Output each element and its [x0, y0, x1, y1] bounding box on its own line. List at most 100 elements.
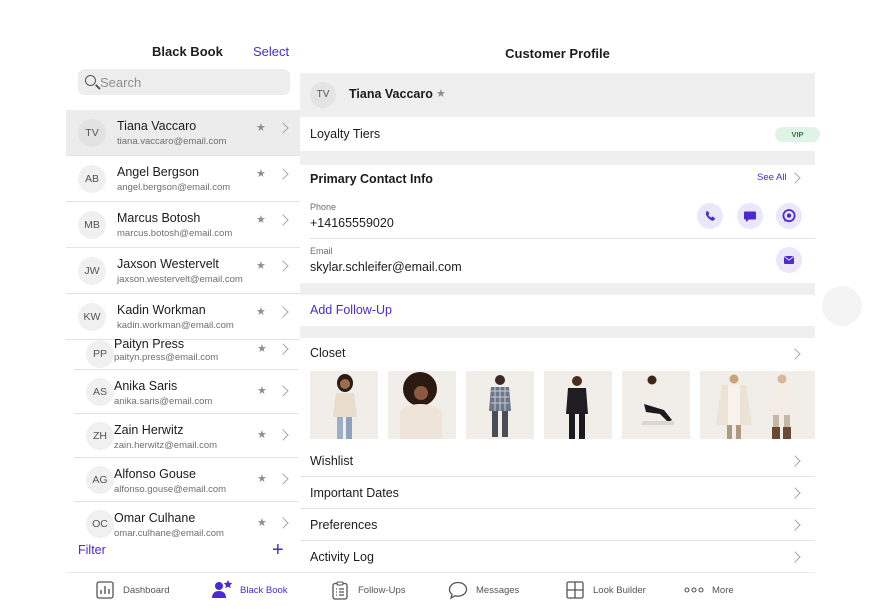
customer-profile-panel: Customer Profile TV Tiana Vaccaro ★ Loya…	[300, 24, 815, 572]
chat-bubble-icon	[744, 211, 756, 222]
preferences-label: Preferences	[310, 518, 378, 532]
star-icon[interactable]: ★	[256, 213, 266, 226]
contact-email: jaxson.westervelt@email.com	[117, 274, 243, 285]
contact-email: tiana.vaccaro@email.com	[117, 136, 227, 147]
call-button[interactable]	[697, 203, 723, 229]
contact-row[interactable]: ZH Zain Herwitz zain.herwitz@email.com ★	[74, 414, 298, 458]
tab-follow-ups[interactable]: Follow-Ups	[332, 573, 422, 610]
page-title: Customer Profile	[505, 46, 610, 61]
avatar: ZH	[86, 422, 114, 450]
email-value: skylar.schleifer@email.com	[310, 260, 462, 274]
contact-email: paityn.press@email.com	[114, 352, 219, 363]
add-contact-button[interactable]: +	[272, 540, 284, 560]
whatsapp-button[interactable]	[776, 203, 802, 229]
black-book-icon	[212, 580, 233, 598]
star-icon[interactable]: ★	[257, 516, 267, 529]
tab-label: Black Book	[240, 585, 288, 596]
contact-row[interactable]: JW Jaxson Westervelt jaxson.westervelt@e…	[66, 248, 300, 294]
section-divider	[300, 326, 815, 338]
tab-label: Dashboard	[123, 585, 170, 596]
star-icon[interactable]: ★	[257, 384, 267, 397]
contact-name: Angel Bergson	[117, 165, 200, 179]
contact-row[interactable]: MB Marcus Botosh marcus.botosh@email.com…	[66, 202, 300, 248]
contact-email: zain.herwitz@email.com	[114, 440, 218, 451]
avatar: PP	[86, 340, 114, 368]
star-icon[interactable]: ★	[256, 121, 266, 134]
star-icon[interactable]: ★	[256, 259, 266, 272]
star-icon[interactable]: ★	[256, 167, 266, 180]
star-icon[interactable]: ★	[257, 342, 267, 355]
tab-dashboard[interactable]: Dashboard	[96, 573, 186, 610]
tab-more[interactable]: More	[684, 573, 754, 610]
profile-name: Tiana Vaccaro	[349, 87, 433, 101]
closet-item-photo[interactable]	[544, 371, 612, 439]
tab-look-builder[interactable]: Look Builder	[566, 573, 666, 610]
select-button[interactable]: Select	[253, 44, 289, 59]
contact-row[interactable]: AB Angel Bergson angel.bergson@email.com…	[66, 156, 300, 202]
avatar: TV	[78, 119, 106, 147]
contact-name: Marcus Botosh	[117, 211, 201, 225]
chevron-right-icon	[277, 385, 289, 397]
filter-button[interactable]: Filter	[78, 543, 106, 557]
chevron-right-icon	[277, 122, 289, 134]
activity-log-row[interactable]: Activity Log	[300, 541, 815, 572]
star-icon[interactable]: ★	[257, 472, 267, 485]
contact-name: Zain Herwitz	[114, 423, 184, 437]
chevron-right-icon	[277, 473, 289, 485]
whatsapp-icon	[782, 209, 796, 223]
black-book-panel: Black Book Select Search TV Tiana Vaccar…	[66, 24, 300, 572]
loyalty-tiers-row[interactable]: Loyalty Tiers	[300, 117, 815, 151]
email-button[interactable]	[776, 247, 802, 273]
contact-email: anika.saris@email.com	[114, 396, 213, 407]
chevron-right-icon	[789, 348, 801, 360]
contact-email: angel.bergson@email.com	[117, 182, 231, 193]
contact-name: Kadin Workman	[117, 303, 206, 317]
wishlist-label: Wishlist	[310, 454, 354, 468]
tab-messages[interactable]: Messages	[448, 573, 538, 610]
activity-log-label: Activity Log	[310, 550, 374, 564]
floating-action-button[interactable]	[822, 286, 862, 326]
see-all-link[interactable]: See All	[757, 172, 787, 183]
preferences-row[interactable]: Preferences	[300, 509, 815, 541]
contact-name: Omar Culhane	[114, 511, 196, 525]
closet-item-photo[interactable]	[310, 371, 378, 439]
closet-item-photo[interactable]	[388, 371, 456, 439]
contact-row[interactable]: TV Tiana Vaccaro tiana.vaccaro@email.com…	[66, 110, 300, 156]
add-follow-up-link[interactable]: Add Follow-Up	[310, 303, 392, 317]
star-icon[interactable]: ★	[436, 87, 446, 100]
closet-item-photo[interactable]	[758, 371, 815, 439]
avatar: JW	[78, 257, 106, 285]
contact-email: omar.culhane@email.com	[114, 528, 224, 538]
search-input[interactable]: Search	[78, 69, 290, 95]
contact-row[interactable]: AG Alfonso Gouse alfonso.gouse@email.com…	[74, 458, 298, 502]
important-dates-row[interactable]: Important Dates	[300, 477, 815, 509]
avatar: MB	[78, 211, 106, 239]
chevron-right-icon	[277, 260, 289, 272]
add-follow-up-row[interactable]: Add Follow-Up	[300, 295, 815, 326]
contact-row[interactable]: PP Paityn Press paityn.press@email.com ★	[74, 337, 298, 370]
contact-row[interactable]: KW Kadin Workman kadin.workman@email.com…	[66, 294, 300, 340]
avatar: AS	[86, 378, 114, 406]
wishlist-row[interactable]: Wishlist	[300, 445, 815, 477]
primary-contact-header: Primary Contact Info	[310, 172, 433, 186]
chevron-right-icon	[277, 168, 289, 180]
email-label: Email	[310, 246, 333, 256]
chevron-right-icon	[277, 343, 289, 355]
closet-item-photo[interactable]	[622, 371, 690, 439]
star-icon[interactable]: ★	[256, 305, 266, 318]
chat-bubble-icon	[448, 581, 468, 600]
clipboard-icon	[332, 581, 348, 600]
closet-label: Closet	[310, 346, 346, 360]
black-book-title: Black Book	[152, 44, 223, 59]
contact-name: Anika Saris	[114, 379, 178, 393]
contact-row[interactable]: AS Anika Saris anika.saris@email.com ★	[74, 370, 298, 414]
star-icon[interactable]: ★	[257, 428, 267, 441]
closet-row[interactable]: Closet	[300, 338, 815, 368]
closet-item-photo[interactable]	[466, 371, 534, 439]
contact-row[interactable]: OC Omar Culhane omar.culhane@email.com ★	[74, 502, 298, 538]
chevron-right-icon	[789, 519, 801, 531]
contact-name: Paityn Press	[114, 337, 185, 351]
search-icon	[85, 75, 96, 86]
tab-black-book[interactable]: Black Book	[212, 573, 302, 610]
message-button[interactable]	[737, 203, 763, 229]
